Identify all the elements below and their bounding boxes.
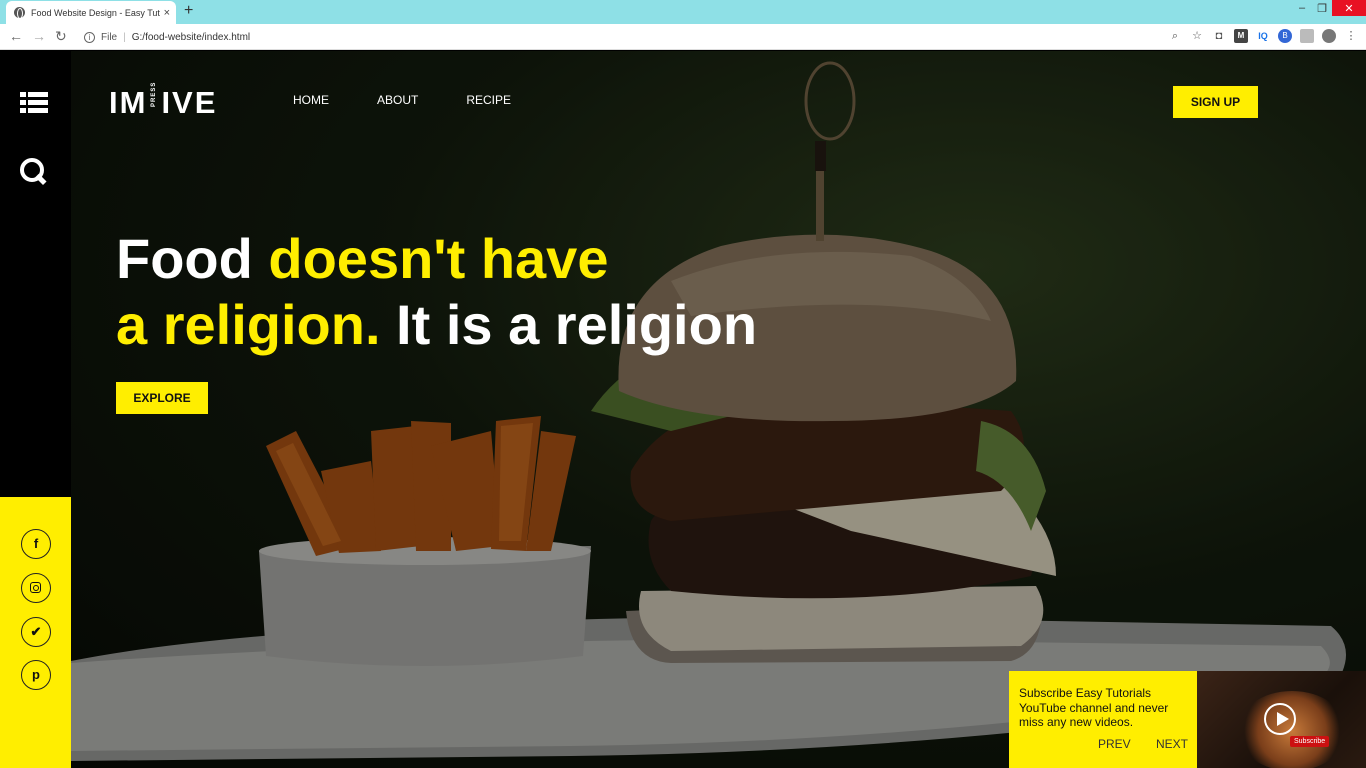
url-text: G:/food-website/index.html — [131, 31, 251, 43]
back-icon[interactable]: ← — [9, 28, 23, 44]
tab-title: Food Website Design - Easy Tutori — [31, 7, 160, 18]
logo-text-right: IVE — [161, 85, 218, 120]
facebook-icon[interactable]: f — [21, 529, 51, 559]
hero-headline: Food doesn't have a religion. It is a re… — [116, 226, 757, 358]
address-bar: ← → ↻ i File | G:/food-website/index.htm… — [0, 24, 1366, 50]
play-icon[interactable] — [1264, 703, 1296, 735]
site-logo[interactable]: IM PRESS IVE — [109, 81, 218, 121]
extension-icons: ⌕ ☆ ◘ M IQ B ⋮ — [1168, 29, 1358, 43]
search-icon[interactable] — [20, 158, 48, 186]
browser-tab[interactable]: Food Website Design - Easy Tutori × — [6, 1, 176, 24]
iq-extension-icon[interactable]: IQ — [1256, 29, 1270, 43]
headline-yellow-1: doesn't have — [268, 227, 609, 290]
menu-list-icon[interactable] — [20, 92, 48, 114]
forward-icon[interactable]: → — [32, 28, 46, 44]
url-separator: | — [123, 31, 126, 43]
nav-about[interactable]: ABOUT — [377, 93, 418, 107]
extension-icon[interactable] — [1300, 29, 1314, 43]
pinterest-icon[interactable]: p — [21, 660, 51, 690]
webpage: f ✔ p IM PRESS IVE HOME ABOUT RECIPE SIG… — [0, 51, 1366, 768]
explore-button[interactable]: EXPLORE — [116, 382, 208, 414]
browser-tab-bar: Food Website Design - Easy Tutori × + – … — [0, 0, 1366, 24]
signup-button[interactable]: SIGN UP — [1173, 86, 1258, 118]
twitter-icon[interactable]: ✔ — [21, 617, 51, 647]
camera-icon[interactable]: ◘ — [1212, 29, 1226, 43]
reload-icon[interactable]: ↻ — [55, 28, 67, 45]
browser-menu-icon[interactable]: ⋮ — [1344, 29, 1358, 43]
social-bar: f ✔ p — [0, 497, 71, 768]
restore-icon[interactable]: ❐ — [1312, 0, 1332, 16]
window-close-icon[interactable]: ✕ — [1332, 0, 1366, 16]
profile-avatar-icon[interactable] — [1322, 29, 1336, 43]
bookmark-star-icon[interactable]: ☆ — [1190, 29, 1204, 43]
url-scheme: File — [101, 31, 118, 43]
headline-yellow-2: a religion. — [116, 293, 381, 356]
headline-white-2: It is a religion — [380, 293, 758, 356]
next-button[interactable]: NEXT — [1156, 737, 1188, 751]
nav-recipe[interactable]: RECIPE — [466, 93, 511, 107]
youtube-subscribe-badge[interactable]: Subscribe — [1290, 736, 1330, 747]
logo-press: PRESS — [151, 81, 158, 107]
instagram-icon[interactable] — [21, 573, 51, 603]
video-thumbnail[interactable]: Subscribe — [1197, 671, 1366, 768]
subscribe-message: Subscribe Easy Tutorials YouTube channel… — [1019, 686, 1169, 729]
subscribe-box: Subscribe Easy Tutorials YouTube channel… — [1009, 671, 1197, 768]
info-icon[interactable]: i — [84, 31, 95, 43]
globe-icon — [14, 7, 25, 19]
main-nav: HOME ABOUT RECIPE — [293, 93, 511, 107]
url-field[interactable]: i File | G:/food-website/index.html — [80, 27, 1160, 47]
b-extension-icon[interactable]: B — [1278, 29, 1292, 43]
zoom-icon[interactable]: ⌕ — [1168, 29, 1182, 43]
gmail-extension-icon[interactable]: M — [1234, 29, 1248, 43]
tab-close-icon[interactable]: × — [164, 7, 170, 19]
hero-section: IM PRESS IVE HOME ABOUT RECIPE SIGN UP F… — [71, 51, 1366, 768]
minimize-icon[interactable]: – — [1292, 0, 1312, 16]
headline-white-1: Food — [116, 227, 269, 290]
prev-button[interactable]: PREV — [1098, 737, 1131, 751]
sidebar: f ✔ p — [0, 51, 71, 768]
new-tab-button[interactable]: + — [184, 2, 193, 20]
logo-text-left: IM — [109, 85, 148, 120]
nav-home[interactable]: HOME — [293, 93, 329, 107]
burger-background-image — [71, 51, 1366, 768]
